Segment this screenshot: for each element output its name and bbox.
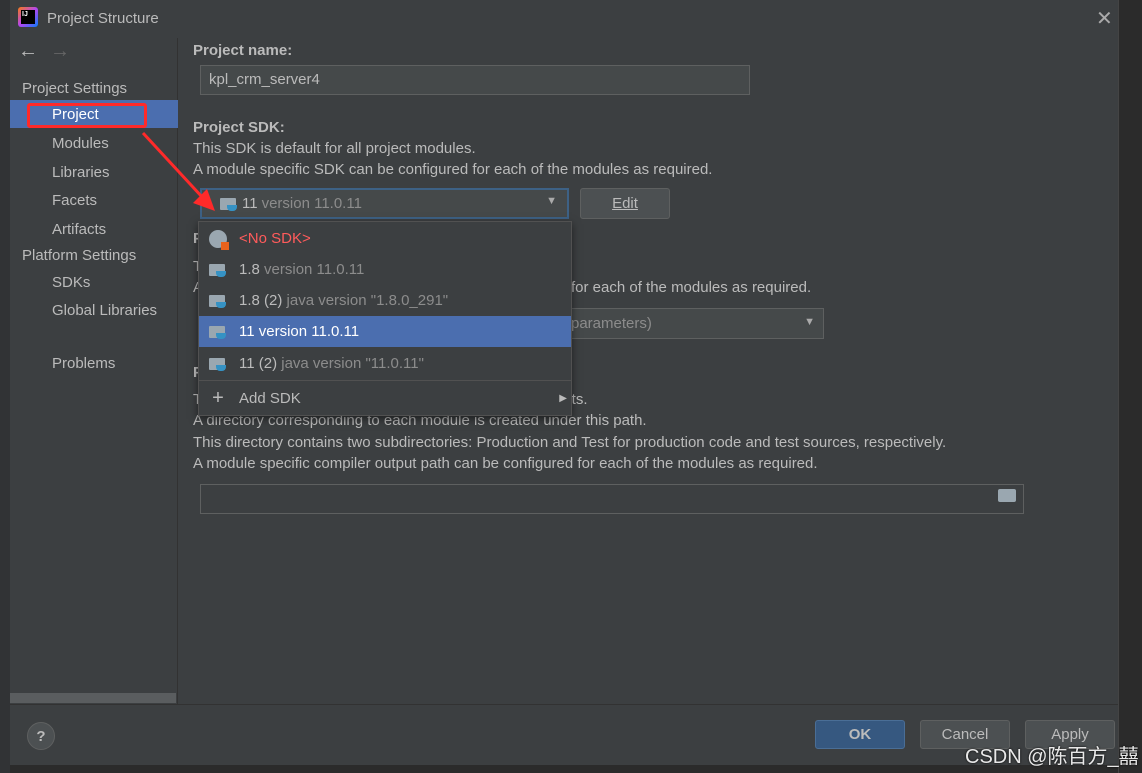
sdk-dropdown[interactable]: 11 version 11.0.11 ▼ <box>200 188 569 219</box>
sdk-popup-list: <No SDK> 1.8 version 11.0.11 1.8 (2) jav… <box>198 221 572 416</box>
compiler-output-desc-4: A module specific compiler output path c… <box>193 455 818 472</box>
sidebar-item-artifacts[interactable]: Artifacts <box>52 221 106 238</box>
sdk-option-1-8-2[interactable]: 1.8 (2) java version "1.8.0_291" <box>199 285 571 316</box>
sdk-description-2: A module specific SDK can be configured … <box>193 161 713 178</box>
section-project-settings: Project Settings <box>22 80 128 97</box>
sdk-option-label: <No SDK> <box>239 230 311 247</box>
edit-button[interactable]: Edit <box>580 188 670 219</box>
submenu-arrow-icon: ▶ <box>559 393 567 404</box>
add-sdk-label: Add SDK <box>239 390 301 407</box>
intellij-logo-icon: IJ <box>18 7 38 27</box>
compiler-output-path-input[interactable] <box>200 484 1024 514</box>
sdk-selected-detail: version 11.0.11 <box>261 195 362 212</box>
sdk-option-label: 11 (2) <box>239 355 278 372</box>
sidebar-item-libraries[interactable]: Libraries <box>52 164 110 181</box>
language-level-desc-2-tail: for each of the modules as required. <box>571 279 812 296</box>
jdk-folder-icon <box>209 324 227 340</box>
plus-icon: + <box>212 387 224 409</box>
ide-background-right <box>1118 0 1142 773</box>
dialog-title: Project Structure <box>47 10 159 27</box>
footer-divider <box>10 704 1118 705</box>
close-icon[interactable]: ✕ <box>1096 6 1113 31</box>
browse-folder-icon[interactable] <box>998 489 1016 502</box>
sdk-option-detail: java version "1.8.0_291" <box>286 292 449 309</box>
language-level-dropdown[interactable]: parameters) ▼ <box>550 308 824 339</box>
jdk-folder-icon <box>209 356 227 372</box>
edit-button-label: Edit <box>612 195 638 212</box>
sdk-option-1-8[interactable]: 1.8 version 11.0.11 <box>199 254 571 285</box>
sdk-option-label: 11 version 11.0.11 <box>239 323 360 340</box>
language-level-value: parameters) <box>571 315 652 332</box>
title-bar: IJ Project Structure ✕ <box>10 0 1118 38</box>
divider <box>199 380 571 381</box>
sidebar-item-facets[interactable]: Facets <box>52 192 97 209</box>
sidebar-item-modules[interactable]: Modules <box>52 135 109 152</box>
sidebar-scrollbar[interactable] <box>10 693 176 703</box>
annotation-highlight-box <box>27 103 147 128</box>
chevron-down-icon: ▼ <box>804 316 815 328</box>
watermark: CSDN @陈百方_囍 <box>965 746 1139 768</box>
sdk-option-11-2[interactable]: 11 (2) java version "11.0.11" <box>199 348 571 379</box>
sdk-option-detail: java version "11.0.11" <box>281 355 424 372</box>
ide-background-left <box>0 0 10 773</box>
sdk-description-1: This SDK is default for all project modu… <box>193 140 476 157</box>
project-name-label: Project name: <box>193 42 293 59</box>
back-arrow-icon[interactable]: ← <box>18 40 38 63</box>
compiler-output-desc-3: This directory contains two subdirectori… <box>193 434 947 451</box>
project-name-input[interactable]: kpl_crm_server4 <box>200 65 750 95</box>
help-button[interactable]: ? <box>27 722 55 750</box>
sdk-option-label: 1.8 <box>239 261 260 278</box>
sdk-option-11-selected[interactable]: 11 version 11.0.11 <box>199 316 571 347</box>
sidebar-item-sdks[interactable]: SDKs <box>52 274 90 291</box>
jdk-folder-icon <box>209 293 227 309</box>
section-platform-settings: Platform Settings <box>22 247 137 264</box>
sdk-selected-name: 11 <box>242 195 258 212</box>
forward-arrow-icon[interactable]: → <box>50 40 70 63</box>
sidebar-item-global-libraries[interactable]: Global Libraries <box>52 302 157 319</box>
sdk-option-no-sdk[interactable]: <No SDK> <box>199 223 571 254</box>
ok-button[interactable]: OK <box>815 720 905 749</box>
jdk-folder-icon <box>209 262 227 278</box>
add-sdk-menu-item[interactable]: + Add SDK ▶ <box>199 383 571 414</box>
globe-icon <box>209 229 229 250</box>
annotation-arrow <box>141 131 215 211</box>
project-structure-dialog: IJ Project Structure ✕ ← → Project Setti… <box>10 0 1118 765</box>
sidebar-item-problems[interactable]: Problems <box>52 355 115 372</box>
sdk-option-label: 1.8 (2) <box>239 292 283 309</box>
chevron-down-icon: ▼ <box>546 195 557 207</box>
sdk-option-detail: version 11.0.11 <box>264 261 365 278</box>
